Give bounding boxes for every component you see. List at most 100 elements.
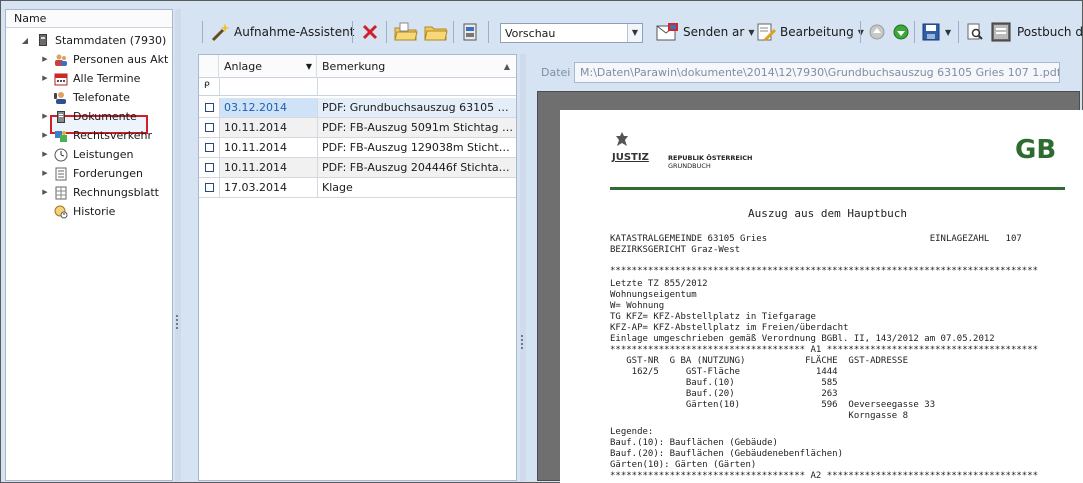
history-icon xyxy=(54,205,68,219)
splitter-grip-icon xyxy=(521,335,523,349)
column-header-bemerkung[interactable]: Bemerkung ▲ xyxy=(317,55,516,78)
tree-item-label: Leistungen xyxy=(73,148,134,161)
document-edit-icon xyxy=(757,23,776,42)
assistant-label: Aufnahme-Assistent xyxy=(234,25,355,39)
sort-up-icon: ▲ xyxy=(503,62,510,71)
new-folder-button[interactable] xyxy=(394,20,418,44)
row-checkbox[interactable] xyxy=(205,123,214,132)
floppy-disk-icon xyxy=(922,23,940,41)
row-checkbox[interactable] xyxy=(205,183,214,192)
austria-eagle-icon xyxy=(616,132,628,146)
send-button[interactable]: Senden ar ▼ xyxy=(656,20,754,44)
documents-grid: Anlage ▼ Bemerkung ▲ ᑭ 03.12.2014 PDF: G… xyxy=(198,54,517,481)
doc-line: 162/5 GST-Fläche 1444 xyxy=(610,367,838,377)
view-select-value: Vorschau xyxy=(505,27,556,40)
doc-line: W= Wohnung xyxy=(610,301,665,311)
delete-x-icon xyxy=(362,24,378,40)
delete-button[interactable] xyxy=(360,20,380,44)
open-folder-button[interactable] xyxy=(424,20,448,44)
edit-label: Bearbeitung xyxy=(780,25,854,39)
assistant-button[interactable]: Aufnahme-Assistent xyxy=(210,20,354,44)
toolbar-separator xyxy=(860,21,861,43)
left-splitter[interactable] xyxy=(175,9,181,481)
doc-line: KATASTRALGEMEINDE 63105 Gries EINLAGEZAH… xyxy=(610,234,1022,244)
circle-up-icon xyxy=(869,24,885,40)
table-row[interactable]: 10.11.2014 PDF: FB-Auszug 129038m Sticht… xyxy=(199,138,516,158)
application-window: Name ◢ Stammdaten (7930) ▶ Personen aus … xyxy=(0,0,1083,483)
doc-line: ************************************ A2 … xyxy=(610,471,1039,481)
table-row[interactable]: 03.12.2014 PDF: Grundbuchsauszug 63105 G… xyxy=(199,98,516,118)
chevron-down-icon[interactable]: ▼ xyxy=(627,24,642,42)
expand-arrow-icon[interactable]: ▶ xyxy=(40,145,50,164)
expand-arrow-icon[interactable]: ▶ xyxy=(40,126,50,145)
tree-root-label: Stammdaten (7930) xyxy=(55,34,167,47)
tree-item-label: Dokumente xyxy=(73,110,137,123)
doc-line: BEZIRKSGERICHT Graz-West xyxy=(610,245,741,255)
dropdown-arrow-icon[interactable]: ▼ xyxy=(945,28,951,37)
expand-arrow-icon[interactable]: ▶ xyxy=(40,164,50,183)
tree-item-label: Alle Termine xyxy=(73,72,141,85)
toolbar-separator xyxy=(488,21,489,43)
collapse-arrow-icon[interactable]: ◢ xyxy=(20,31,30,50)
file-path-field[interactable]: M:\Daten\Parawin\dokumente\2014\12\7930\… xyxy=(574,62,1060,83)
edit-button[interactable]: Bearbeitung ▼ xyxy=(756,20,864,44)
cell-bemerkung: PDF: FB-Auszug 129038m Stichtag 10.11.20… xyxy=(317,138,516,157)
doc-line: Letzte TZ 855/2012 xyxy=(610,279,708,289)
column-header-bemerkung-label: Bemerkung xyxy=(322,60,386,73)
toolbar-separator xyxy=(352,21,353,43)
grid-document-icon xyxy=(55,186,67,200)
justiz-logo: JUSTIZ xyxy=(612,152,649,163)
table-row[interactable]: 10.11.2014 PDF: FB-Auszug 5091m Stichtag… xyxy=(199,118,516,138)
toolbar-separator xyxy=(453,21,454,43)
scan-button[interactable] xyxy=(460,20,480,44)
row-checkbox[interactable] xyxy=(205,163,214,172)
magic-wand-icon xyxy=(211,23,230,42)
tree-header: Name xyxy=(6,10,172,28)
doc-line: Bauf.(20) 263 xyxy=(610,389,838,399)
search-document-icon xyxy=(967,23,983,40)
cell-anlage: 03.12.2014 xyxy=(219,98,317,117)
send-label: Senden ar xyxy=(683,25,745,39)
middle-splitter[interactable] xyxy=(520,54,526,481)
row-checkbox[interactable] xyxy=(205,103,214,112)
search-button[interactable] xyxy=(965,20,985,44)
grid-header-corner xyxy=(199,55,219,78)
doc-line: Gärten(10): Gärten (Gärten) xyxy=(610,460,757,470)
preview-panel: Datei M:\Daten\Parawin\dokumente\2014\12… xyxy=(532,54,1083,483)
filter-cell-anlage[interactable] xyxy=(219,78,317,95)
save-button[interactable]: ▼ xyxy=(921,20,951,44)
sort-down-icon: ▼ xyxy=(305,62,312,71)
document-book-icon xyxy=(57,111,65,123)
dropdown-arrow-icon[interactable]: ▼ xyxy=(748,28,754,37)
table-row[interactable]: 17.03.2014 Klage xyxy=(199,178,516,198)
expand-arrow-icon[interactable]: ▶ xyxy=(40,183,50,202)
filter-row: ᑭ xyxy=(199,78,516,96)
send-mail-icon xyxy=(656,23,678,41)
exchange-icon xyxy=(55,131,67,142)
pdf-viewer[interactable]: JUSTIZ REPUBLIK ÖSTERREICH GRUNDBUCH GB … xyxy=(537,91,1083,483)
file-label: Datei xyxy=(541,66,571,79)
cell-anlage: 17.03.2014 xyxy=(219,178,317,197)
doc-line: Bauf.(20): Bauflächen (Gebäudenebenfläch… xyxy=(610,449,843,459)
toolbar-separator xyxy=(958,21,959,43)
expand-arrow-icon[interactable]: ▶ xyxy=(40,107,50,126)
doc-line: Legende: xyxy=(610,427,654,437)
view-select[interactable]: Vorschau ▼ xyxy=(500,23,643,43)
table-row[interactable]: 10.11.2014 PDF: FB-Auszug 204446f Sticht… xyxy=(199,158,516,178)
previous-button[interactable] xyxy=(867,20,887,44)
expand-arrow-icon[interactable]: ▶ xyxy=(40,69,50,88)
cell-anlage: 10.11.2014 xyxy=(219,138,317,157)
toolbar-separator xyxy=(202,21,203,43)
cell-anlage: 10.11.2014 xyxy=(219,118,317,137)
postbook-button[interactable]: Postbuch dı xyxy=(989,20,1083,44)
doc-line: TG KFZ= KFZ-Abstellplatz in Tiefgarage xyxy=(610,312,816,322)
doc-line: Wohnungseigentum xyxy=(610,290,697,300)
next-button[interactable] xyxy=(891,20,911,44)
folder-new-icon xyxy=(394,22,418,41)
doc-green-rule xyxy=(610,187,1065,190)
column-header-anlage[interactable]: Anlage ▼ xyxy=(219,55,317,78)
filter-cell-bemerkung[interactable] xyxy=(317,78,516,95)
expand-arrow-icon[interactable]: ▶ xyxy=(40,50,50,69)
doc-gb-mark: GB xyxy=(1015,135,1057,165)
row-checkbox[interactable] xyxy=(205,143,214,152)
